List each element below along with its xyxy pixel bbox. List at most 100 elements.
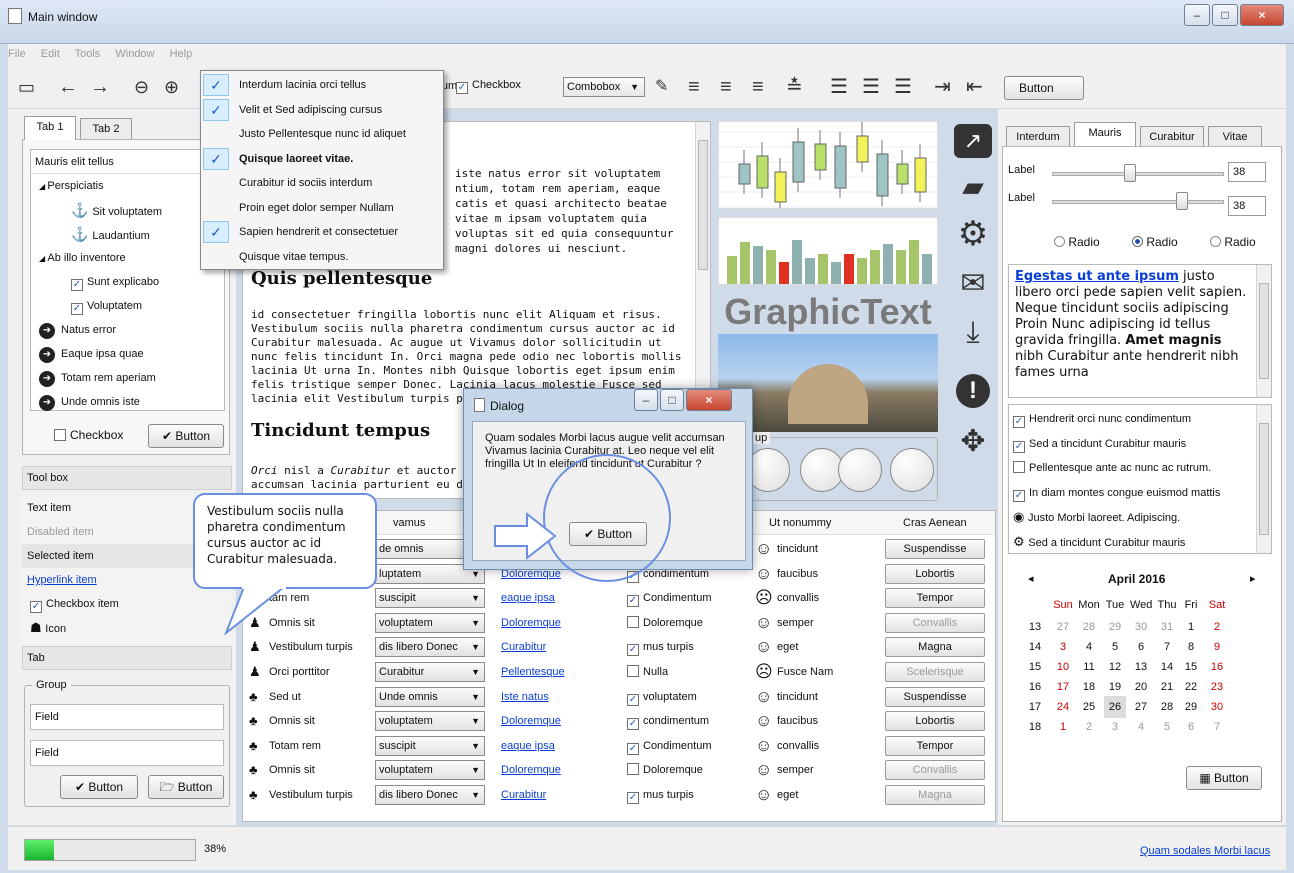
tree-item[interactable]: ➜ Totam rem aperiam — [31, 366, 224, 390]
field-input-1[interactable]: Field — [30, 704, 224, 730]
check-list-item[interactable]: Pellentesque ante ac nunc ac rutrum. — [1009, 456, 1271, 480]
calendar-date[interactable]: 14 — [1156, 656, 1178, 678]
download-icon[interactable]: ⤓ — [954, 316, 992, 350]
row-button[interactable]: Suspendisse — [885, 686, 985, 707]
checkbox-box[interactable]: ✓ — [627, 595, 639, 608]
left-checkbox[interactable]: Checkbox — [54, 428, 123, 442]
tree-item[interactable]: ➜ Eaque ipsa quae — [31, 342, 224, 366]
toolbox-checkbox-item[interactable]: ✓ Checkbox item — [22, 592, 232, 616]
checkbox-box[interactable]: ✓ — [30, 601, 42, 613]
row-checkbox[interactable]: Doloremque — [627, 758, 703, 782]
align-left-icon[interactable]: ≡ — [752, 76, 764, 98]
checkbox-box[interactable]: ✓ — [1013, 416, 1025, 428]
row-button[interactable]: Magna — [885, 637, 985, 658]
spinbox-1[interactable]: 38 — [1228, 162, 1266, 182]
context-menu-item[interactable]: ✓ Sapien hendrerit et consectetuer — [201, 220, 443, 244]
row-checkbox[interactable]: Doloremque — [627, 611, 703, 635]
tab-1[interactable]: Tab 1 — [24, 116, 76, 140]
folder-open-icon[interactable]: ▰ — [954, 170, 992, 203]
calendar-date[interactable]: 28 — [1078, 616, 1100, 638]
calendar-date[interactable]: 23 — [1206, 676, 1228, 698]
checkbox-box[interactable] — [627, 665, 639, 677]
calendar-date[interactable]: 15 — [1180, 656, 1202, 678]
check-list-scrollbar[interactable] — [1256, 405, 1271, 553]
calendar-date[interactable]: 3 — [1104, 716, 1126, 738]
row-checkbox[interactable]: ✓ mus turpis — [627, 783, 694, 807]
menu-file[interactable]: File — [8, 48, 26, 60]
row-combobox[interactable]: suscipit ▼ — [375, 588, 485, 609]
close-button[interactable]: × — [1240, 4, 1284, 26]
checkbox-box[interactable]: ✓ — [627, 644, 639, 657]
back-arrow-icon[interactable]: ← — [58, 76, 78, 98]
dialog-maximize-button[interactable]: □ — [660, 389, 684, 411]
row-combobox[interactable]: Curabitur ▼ — [375, 662, 485, 682]
calendar-date[interactable]: 31 — [1156, 616, 1178, 638]
calendar-date[interactable]: 27 — [1052, 616, 1074, 638]
check-list-item[interactable]: ⚙ Sed a tincidunt Curabitur mauris — [1009, 530, 1271, 554]
maximize-button[interactable]: □ — [1212, 4, 1238, 26]
calendar-prev-button[interactable]: ◂ — [1028, 572, 1034, 585]
calendar-date[interactable]: 19 — [1104, 676, 1126, 698]
row-button[interactable]: Tempor — [885, 735, 985, 756]
row-button[interactable]: Tempor — [885, 588, 985, 609]
calendar-date[interactable]: 6 — [1180, 716, 1202, 738]
checkbox-box[interactable]: ✓ — [627, 718, 639, 731]
calendar-date[interactable]: 21 — [1156, 676, 1178, 698]
row-link[interactable]: Curabitur — [501, 635, 546, 659]
calendar-date[interactable]: 24 — [1052, 696, 1074, 718]
context-menu-item[interactable]: ✓ Velit et Sed adipiscing cursus — [201, 98, 443, 122]
slider-2-thumb[interactable] — [1176, 192, 1188, 210]
calendar-date[interactable]: 13 — [1130, 656, 1152, 678]
calendar-date[interactable]: 7 — [1156, 636, 1178, 658]
context-menu-item[interactable]: Quisque vitae tempus. — [201, 245, 443, 269]
toolbar-checkbox[interactable]: ✓ Checkbox — [456, 79, 521, 94]
toolbar-button[interactable]: Button — [1004, 76, 1084, 100]
toolbox-tab[interactable]: Tab — [22, 646, 232, 670]
row-checkbox[interactable]: ✓ mus turpis — [627, 635, 694, 659]
tree-item[interactable]: ⚓ Sit voluptatem — [31, 198, 224, 222]
dial-4[interactable] — [890, 448, 934, 492]
menu-tools[interactable]: Tools — [75, 48, 101, 60]
calendar-date[interactable]: 1 — [1052, 716, 1074, 738]
check-list-item[interactable]: ✓ Sed a tincidunt Curabitur mauris — [1009, 432, 1271, 456]
radio-circle[interactable] — [1210, 236, 1221, 247]
indent-icon[interactable]: ⇥ — [934, 76, 951, 98]
outdent-icon[interactable]: ⇤ — [966, 76, 983, 98]
row-link[interactable]: Doloremque — [501, 709, 561, 733]
calendar-title[interactable]: April 2016 — [1108, 572, 1165, 586]
dial-3[interactable] — [838, 448, 882, 492]
calendar-date[interactable]: 4 — [1078, 636, 1100, 658]
calendar-date[interactable]: 20 — [1130, 676, 1152, 698]
calendar-date[interactable]: 28 — [1156, 696, 1178, 718]
calendar-date[interactable]: 30 — [1206, 696, 1228, 718]
checkbox-box[interactable] — [627, 763, 639, 776]
radio-circle-selected[interactable] — [1132, 236, 1143, 247]
calendar-next-button[interactable]: ▸ — [1250, 572, 1256, 585]
envelope-icon[interactable]: ✉ — [954, 266, 992, 301]
calendar-date[interactable]: 30 — [1130, 616, 1152, 638]
group-button-2[interactable]: 🗁 Button — [148, 775, 224, 799]
row-link[interactable]: eaque ipsa — [501, 734, 555, 758]
context-menu-item[interactable]: Proin eget dolor semper Nullam — [201, 196, 443, 220]
tab-mauris[interactable]: Mauris — [1074, 122, 1136, 146]
align-right-icon[interactable]: ≛ — [786, 76, 803, 98]
row-button[interactable]: Lobortis — [885, 563, 985, 584]
group-button-1[interactable]: ✔ Button — [60, 775, 138, 799]
row-button[interactable]: Lobortis — [885, 711, 985, 732]
scroll-thumb[interactable] — [1259, 423, 1269, 535]
context-menu-item[interactable]: Curabitur id sociis interdum — [201, 171, 443, 195]
slider-2-track[interactable] — [1052, 192, 1224, 210]
row-combobox[interactable]: Unde omnis ▼ — [375, 686, 485, 707]
expand-icon[interactable]: ✥ — [954, 424, 992, 459]
rich-text-box[interactable]: Egestas ut ante ipsum justo libero orci … — [1008, 264, 1272, 398]
radio-circle[interactable] — [1054, 236, 1065, 247]
tree-item[interactable]: ⚓ Laudantium — [31, 222, 224, 246]
tree-item[interactable]: ✓ Voluptatem — [31, 294, 224, 318]
tab-2[interactable]: Tab 2 — [80, 118, 132, 139]
tree-item[interactable]: ➜ Unde omnis iste — [31, 390, 224, 414]
row-checkbox[interactable]: ✓ Condimentum — [627, 586, 711, 610]
calendar-date[interactable]: 4 — [1130, 716, 1152, 738]
calendar-date[interactable]: 6 — [1130, 636, 1152, 658]
radio-3[interactable]: Radio — [1210, 235, 1256, 249]
tree-item[interactable]: ◢ Perspiciatis — [31, 174, 224, 198]
